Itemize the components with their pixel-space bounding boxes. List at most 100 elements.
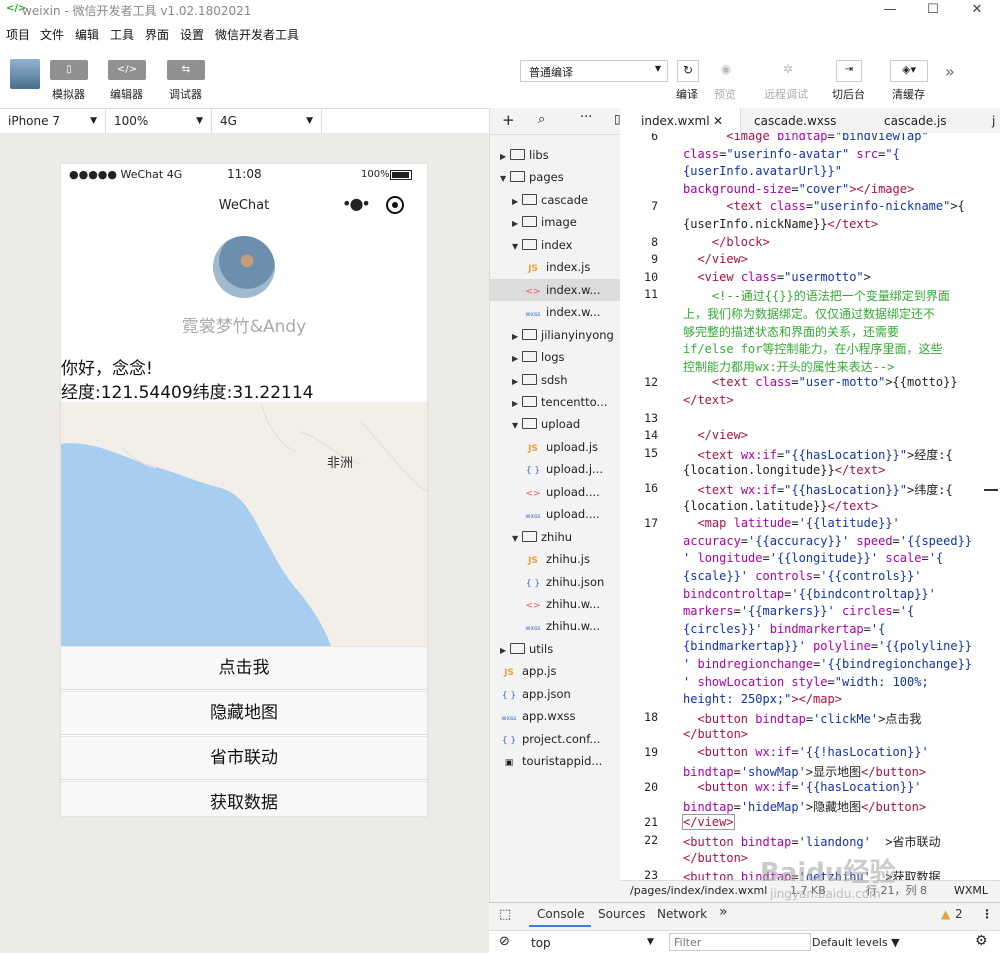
folder-item[interactable]: ▶ sdsh: [490, 369, 620, 391]
file-item[interactable]: wxss app.wxss: [490, 705, 620, 727]
more-dots-icon[interactable]: •●•: [342, 194, 371, 213]
file-item[interactable]: { } project.conf...: [490, 728, 620, 750]
tab-cascade-wxss[interactable]: cascade.wxss: [754, 108, 836, 134]
file-item[interactable]: wxss upload....: [490, 503, 620, 525]
file-item[interactable]: <> index.w...: [490, 278, 620, 301]
folder-item[interactable]: ▼ pages: [490, 166, 620, 188]
menu-tools[interactable]: 工具: [110, 26, 134, 43]
console-filter-input[interactable]: [669, 933, 811, 951]
search-icon[interactable]: ⌕: [538, 112, 545, 127]
map-view[interactable]: 非洲: [61, 402, 427, 646]
file-item[interactable]: { } app.json: [490, 683, 620, 705]
close-capsule-icon[interactable]: [386, 196, 404, 214]
file-item[interactable]: wxss zhihu.w...: [490, 615, 620, 637]
more-dots-icon[interactable]: ···: [580, 110, 592, 125]
file-item[interactable]: JS zhihu.js: [490, 548, 620, 570]
log-levels-select[interactable]: Default levels ▼: [812, 936, 900, 949]
folder-item[interactable]: ▶ jilianyinyong: [490, 324, 620, 346]
block-icon[interactable]: ⊘: [499, 934, 510, 949]
context-select[interactable]: top: [531, 936, 551, 950]
tab-cascade-js[interactable]: cascade.js: [884, 108, 947, 134]
folder-item[interactable]: ▶ libs: [490, 144, 620, 166]
clear-cache-label[interactable]: 清缓存: [892, 86, 925, 102]
chevron-right-icon[interactable]: ▶: [500, 640, 510, 662]
background-label[interactable]: 切后台: [832, 86, 865, 102]
tab-sources[interactable]: Sources: [598, 907, 645, 921]
file-item[interactable]: wxss index.w...: [490, 301, 620, 323]
menu-project[interactable]: 项目: [6, 26, 30, 43]
tab-network[interactable]: Network: [657, 907, 707, 921]
chevron-right-icon[interactable]: ▶: [512, 326, 522, 348]
refresh-icon[interactable]: ↻: [677, 60, 699, 82]
device-select[interactable]: iPhone 7 ▼: [0, 109, 106, 133]
simulator-toggle[interactable]: ▯: [50, 60, 88, 80]
folder-item[interactable]: ▶ cascade: [490, 189, 620, 211]
folder-item[interactable]: ▶ logs: [490, 346, 620, 368]
cascade-button[interactable]: 省市联动: [61, 736, 427, 780]
chevron-down-icon[interactable]: ▼: [512, 415, 522, 437]
file-item[interactable]: ▣ touristappid...: [490, 750, 620, 772]
fetch-data-button[interactable]: 获取数据: [61, 781, 427, 816]
remote-debug-label[interactable]: 远程调试: [764, 86, 808, 102]
file-item[interactable]: <> zhihu.w...: [490, 593, 620, 615]
folder-item[interactable]: ▼ zhihu: [490, 526, 620, 548]
debugger-toggle[interactable]: ⇆: [167, 60, 205, 80]
click-me-button[interactable]: 点击我: [61, 646, 427, 690]
folder-item[interactable]: ▶ utils: [490, 638, 620, 660]
network-select[interactable]: 4G ▼: [212, 109, 322, 133]
gear-icon[interactable]: ⚙: [975, 933, 988, 949]
eye-icon[interactable]: ◉: [716, 60, 736, 80]
user-avatar-image[interactable]: [213, 236, 275, 298]
bug-icon[interactable]: ✲: [778, 60, 798, 80]
maximize-button[interactable]: ☐: [918, 0, 948, 22]
close-window-button[interactable]: ✕: [962, 0, 992, 22]
folder-item[interactable]: ▶ tencentto...: [490, 391, 620, 413]
tab-index-wxml[interactable]: index.wxml ✕: [620, 108, 741, 134]
editor-toggle[interactable]: </>: [108, 60, 146, 80]
menu-settings[interactable]: 设置: [180, 26, 204, 43]
minimize-button[interactable]: —: [875, 0, 905, 22]
chevron-down-icon[interactable]: ▼: [512, 236, 522, 258]
folder-item[interactable]: ▶ image: [490, 211, 620, 233]
folder-item[interactable]: ▼ index: [490, 234, 620, 256]
menu-file[interactable]: 文件: [40, 26, 64, 43]
chevron-right-icon[interactable]: ▶: [500, 146, 510, 168]
chevron-right-icon[interactable]: ▶: [512, 191, 522, 213]
chevron-down-icon[interactable]: ▼: [647, 937, 654, 947]
chevron-down-icon[interactable]: ▼: [512, 528, 522, 550]
file-item[interactable]: { } upload.j...: [490, 458, 620, 480]
more-tabs-icon[interactable]: »: [719, 904, 728, 920]
inspect-cursor-icon[interactable]: ⬚: [499, 907, 511, 922]
close-icon[interactable]: ✕: [713, 108, 723, 134]
file-item[interactable]: { } zhihu.json: [490, 571, 620, 593]
more-icon[interactable]: »: [945, 62, 955, 81]
file-item[interactable]: JS app.js: [490, 660, 620, 682]
add-file-icon[interactable]: +: [502, 111, 515, 129]
menu-edit[interactable]: 编辑: [75, 26, 99, 43]
language-mode[interactable]: WXML: [954, 881, 988, 901]
warning-icon[interactable]: ▲: [941, 907, 950, 921]
compile-label[interactable]: 编译: [676, 86, 698, 102]
menu-wechat-devtools[interactable]: 微信开发者工具: [215, 26, 299, 43]
chevron-right-icon[interactable]: ▶: [512, 393, 522, 415]
folder-item[interactable]: ▼ upload: [490, 413, 620, 435]
code-content[interactable]: 6 <image bindtap="bindViewTap" class="use…: [620, 133, 1000, 881]
file-item[interactable]: JS index.js: [490, 256, 620, 278]
chevron-right-icon[interactable]: ▶: [512, 348, 522, 370]
hide-map-button[interactable]: 隐藏地图: [61, 691, 427, 735]
tab-overflow[interactable]: j: [992, 108, 995, 134]
chevron-down-icon[interactable]: ▼: [500, 168, 510, 190]
layers-icon[interactable]: ◈▾: [890, 60, 928, 82]
zoom-select[interactable]: 100% ▼: [106, 109, 212, 133]
file-item[interactable]: JS upload.js: [490, 436, 620, 458]
file-item[interactable]: <> upload....: [490, 481, 620, 503]
user-avatar[interactable]: [10, 59, 40, 89]
menu-view[interactable]: 界面: [145, 26, 169, 43]
code-editor[interactable]: 6 <image bindtap="bindViewTap" class="use…: [620, 133, 1000, 881]
preview-label[interactable]: 预览: [714, 86, 736, 102]
background-icon[interactable]: ⇥: [836, 60, 862, 82]
menu-dots-icon[interactable]: ⋮: [981, 907, 993, 921]
chevron-right-icon[interactable]: ▶: [512, 371, 522, 393]
scrollbar-thumb[interactable]: [984, 489, 998, 491]
tab-console[interactable]: Console: [537, 907, 585, 921]
